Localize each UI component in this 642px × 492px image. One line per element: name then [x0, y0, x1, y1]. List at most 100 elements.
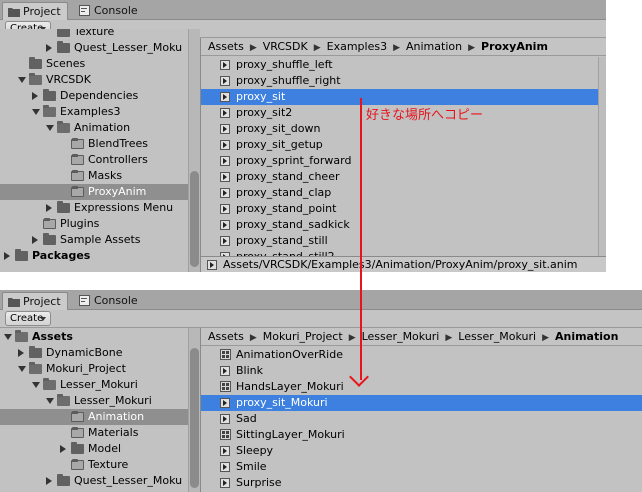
- list-item[interactable]: Smile: [201, 459, 642, 475]
- asset-list: proxy_shuffle_left proxy_shuffle_right pro…: [201, 57, 606, 256]
- tab-console[interactable]: Console: [74, 2, 144, 20]
- tree-item[interactable]: Plugins: [0, 216, 188, 232]
- list-item[interactable]: proxy_sit_down: [201, 121, 606, 137]
- tree-item[interactable]: Assets: [0, 329, 188, 345]
- tree-item[interactable]: Examples3: [0, 104, 188, 120]
- breadcrumb-item[interactable]: Examples3: [327, 38, 387, 55]
- chevron-right-icon[interactable]: [4, 252, 10, 260]
- list-item[interactable]: proxy_shuffle_right: [201, 73, 606, 89]
- list-item[interactable]: AnimationOverRide: [201, 347, 642, 363]
- list-item-label: proxy_sit_down: [236, 122, 321, 135]
- controller-icon: [220, 429, 231, 440]
- breadcrumb-item[interactable]: Animation: [555, 328, 618, 345]
- tab-project[interactable]: Project: [2, 292, 68, 310]
- animation-clip-icon: [220, 398, 230, 408]
- breadcrumb-item[interactable]: Mokuri_Project: [263, 328, 343, 345]
- console-icon: [79, 295, 90, 306]
- breadcrumb-item[interactable]: Assets: [208, 328, 244, 345]
- scrollbar-thumb[interactable]: [190, 348, 199, 488]
- list-item-label: proxy_stand_point: [236, 202, 337, 215]
- tree-scrollbar[interactable]: [188, 29, 200, 272]
- tree-item[interactable]: BlendTrees: [0, 136, 188, 152]
- tree-scrollbar[interactable]: [188, 328, 200, 492]
- chevron-right-icon[interactable]: [18, 349, 24, 357]
- tree-item[interactable]: Materials: [0, 425, 188, 441]
- breadcrumb-item[interactable]: Animation: [406, 38, 462, 55]
- annotation-text: 好きな場所へコピー: [366, 108, 484, 123]
- tree-item[interactable]: Animation: [0, 409, 188, 425]
- tree-item[interactable]: Animation: [0, 120, 188, 136]
- list-item[interactable]: proxy_stand_point: [201, 201, 606, 217]
- list-scrollbar[interactable]: [598, 57, 606, 256]
- chevron-right-icon[interactable]: [32, 92, 38, 100]
- list-item-label: HandsLayer_Mokuri: [236, 380, 344, 393]
- tree-item-label: Animation: [74, 121, 131, 134]
- list-item[interactable]: proxy_stand_still2: [201, 249, 606, 256]
- chevron-down-icon[interactable]: [18, 77, 26, 83]
- chevron-down-icon[interactable]: [46, 398, 54, 404]
- chevron-down-icon[interactable]: [32, 109, 40, 115]
- animation-clip-icon: [220, 188, 230, 198]
- tree-item[interactable]: Texture: [0, 29, 188, 40]
- tree-item[interactable]: Lesser_Mokuri: [0, 377, 188, 393]
- tree-item[interactable]: VRCSDK: [0, 72, 188, 88]
- list-item[interactable]: Sleepy: [201, 443, 642, 459]
- chevron-right-icon: ▶: [542, 333, 549, 343]
- list-item[interactable]: proxy_stand_cheer: [201, 169, 606, 185]
- tree-item[interactable]: Controllers: [0, 152, 188, 168]
- list-item[interactable]: proxy_sit: [201, 89, 606, 105]
- list-item[interactable]: proxy_shuffle_left: [201, 57, 606, 73]
- controller-icon: [220, 349, 231, 360]
- tree-item-label: Quest_Lesser_Moku: [74, 41, 183, 54]
- tree-item[interactable]: Scenes: [0, 56, 188, 72]
- chevron-down-icon[interactable]: [32, 382, 40, 388]
- list-item[interactable]: proxy_sprint_forward: [201, 153, 606, 169]
- tree-item[interactable]: Masks: [0, 168, 188, 184]
- list-item[interactable]: Blink: [201, 363, 642, 379]
- tree-item[interactable]: Texture: [0, 457, 188, 473]
- list-item-label: SittingLayer_Mokuri: [236, 428, 345, 441]
- list-item[interactable]: SittingLayer_Mokuri: [201, 427, 642, 443]
- chevron-right-icon[interactable]: [60, 445, 66, 453]
- chevron-right-icon[interactable]: [46, 477, 52, 485]
- list-item[interactable]: proxy_sit_Mokuri: [201, 395, 642, 411]
- list-item[interactable]: proxy_stand_clap: [201, 185, 606, 201]
- list-item[interactable]: Sad: [201, 411, 642, 427]
- tree-item[interactable]: Packages: [0, 248, 188, 264]
- tab-console[interactable]: Console: [74, 292, 144, 310]
- tree-item[interactable]: Dependencies: [0, 88, 188, 104]
- breadcrumb-item[interactable]: VRCSDK: [263, 38, 308, 55]
- breadcrumb-item[interactable]: Lesser_Mokuri: [458, 328, 536, 345]
- tree-item[interactable]: Sample Assets: [0, 232, 188, 248]
- tree-item[interactable]: DynamicBone: [0, 345, 188, 361]
- scrollbar-thumb[interactable]: [190, 171, 199, 267]
- tree-item[interactable]: Mokuri_Project: [0, 361, 188, 377]
- animation-clip-icon: [220, 124, 230, 134]
- animation-clip-icon: [220, 366, 230, 376]
- tree-item[interactable]: Lesser_Mokuri: [0, 393, 188, 409]
- list-item[interactable]: HandsLayer_Mokuri: [201, 379, 642, 395]
- breadcrumb-item[interactable]: Assets: [208, 38, 244, 55]
- list-item[interactable]: proxy_stand_sadkick: [201, 217, 606, 233]
- tab-project[interactable]: Project: [2, 2, 68, 20]
- chevron-right-icon[interactable]: [32, 236, 38, 244]
- chevron-down-icon[interactable]: [46, 125, 54, 131]
- tree-item[interactable]: Quest_Lesser_Moku: [0, 40, 188, 56]
- tree-item[interactable]: Quest_Lesser_Moku: [0, 473, 188, 489]
- list-item-label: Sleepy: [236, 444, 274, 457]
- tree-item[interactable]: ProxyAnim: [0, 184, 188, 200]
- list-item[interactable]: Surprise: [201, 475, 642, 491]
- tree-item[interactable]: Model: [0, 441, 188, 457]
- animation-clip-icon: [220, 446, 230, 456]
- chevron-right-icon[interactable]: [46, 204, 52, 212]
- list-item[interactable]: proxy_stand_still: [201, 233, 606, 249]
- create-button[interactable]: Create: [5, 311, 51, 326]
- tree-item[interactable]: Expressions Menu: [0, 200, 188, 216]
- list-item[interactable]: proxy_sit_getup: [201, 137, 606, 153]
- folder-icon: [71, 170, 84, 181]
- breadcrumb-item[interactable]: Lesser_Mokuri: [362, 328, 440, 345]
- breadcrumb-item[interactable]: ProxyAnim: [481, 38, 548, 55]
- chevron-right-icon[interactable]: [46, 44, 52, 52]
- chevron-down-icon[interactable]: [4, 334, 12, 340]
- chevron-down-icon[interactable]: [18, 366, 26, 372]
